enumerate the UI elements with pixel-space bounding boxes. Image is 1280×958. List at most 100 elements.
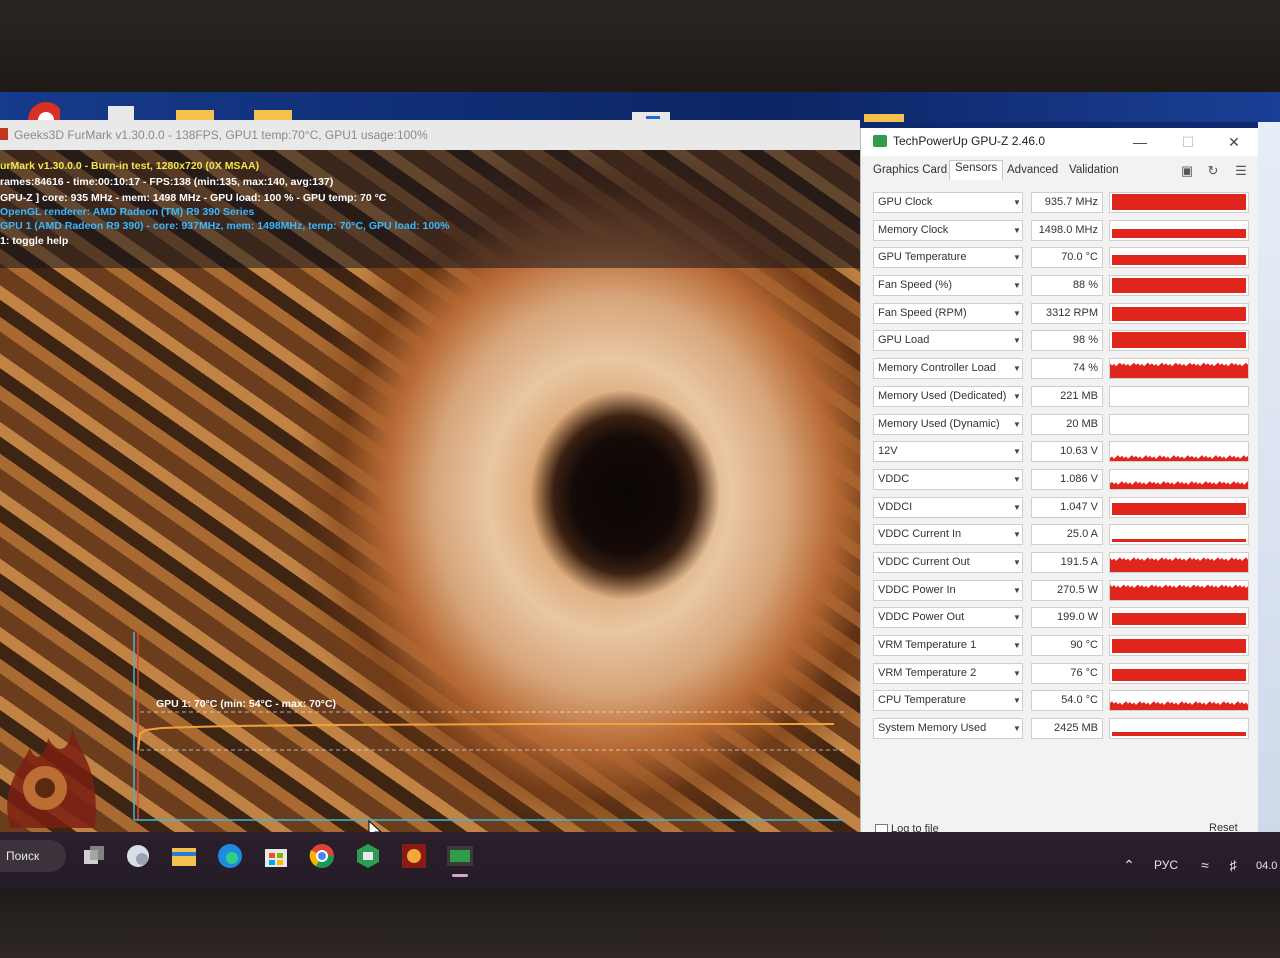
folder-desktop-icon[interactable] (864, 98, 904, 122)
chevron-down-icon[interactable]: ▼ (1013, 552, 1021, 573)
edge-icon[interactable] (216, 842, 244, 870)
sensor-graph-fill (1112, 668, 1246, 681)
camera-icon[interactable]: ▣ (1179, 164, 1195, 178)
tab-validation[interactable]: Validation (1069, 164, 1119, 176)
cpu-z-icon[interactable] (354, 842, 382, 870)
tab-sensors[interactable]: Sensors (949, 160, 1004, 180)
sensor-name-dropdown[interactable]: Memory Used (Dedicated) (873, 385, 1023, 407)
chevron-down-icon[interactable]: ▼ (1013, 386, 1021, 407)
sensor-row: CPU Temperature ▼ 54.0 °C (861, 688, 1259, 716)
furmark-taskbar-icon[interactable] (400, 842, 428, 870)
volume-muted-icon[interactable]: ♯ (1224, 856, 1242, 874)
chevron-down-icon[interactable]: ▼ (1013, 220, 1021, 241)
chevron-down-icon[interactable]: ▼ (1013, 330, 1021, 351)
tab-graphics-card[interactable]: Graphics Card (873, 164, 947, 176)
gpuz-taskbar-icon[interactable] (446, 842, 474, 870)
folder-desktop-icon[interactable] (174, 98, 214, 122)
sensor-row: Memory Used (Dynamic) ▼ 20 MB (861, 412, 1259, 440)
furmark-window[interactable]: Geeks3D FurMark v1.30.0.0 - 138FPS, GPU1… (0, 120, 860, 832)
sensor-name-dropdown[interactable]: Memory Controller Load (873, 358, 1023, 380)
minimize-button[interactable]: — (1125, 132, 1155, 152)
chevron-down-icon[interactable]: ▼ (1013, 441, 1021, 462)
screen: Geeks3D FurMark v1.30.0.0 - 138FPS, GPU1… (0, 92, 1280, 888)
furmark-titlebar[interactable]: Geeks3D FurMark v1.30.0.0 - 138FPS, GPU1… (0, 120, 860, 150)
close-button[interactable]: ✕ (1219, 132, 1249, 152)
sensor-value: 70.0 °C (1031, 247, 1103, 269)
sensor-value: 199.0 W (1031, 607, 1103, 629)
sensor-name-dropdown[interactable]: VDDC Power In (873, 579, 1023, 601)
sensor-name-dropdown[interactable]: VDDC Current In (873, 524, 1023, 546)
chevron-down-icon[interactable]: ▼ (1013, 469, 1021, 490)
sensor-name-dropdown[interactable]: GPU Clock (873, 192, 1023, 213)
sensor-name-dropdown[interactable]: 12V (873, 441, 1023, 463)
menu-icon[interactable]: ☰ (1233, 164, 1249, 178)
chevron-down-icon[interactable]: ▼ (1013, 607, 1021, 628)
sensor-name-dropdown[interactable]: GPU Temperature (873, 247, 1023, 269)
sensor-name-dropdown[interactable]: VDDC Power Out (873, 607, 1023, 629)
sensor-name-dropdown[interactable]: VDDC (873, 468, 1023, 490)
sensor-graph-fill (1112, 502, 1246, 515)
chevron-down-icon[interactable]: ▼ (1013, 524, 1021, 545)
file-desktop-icon[interactable] (104, 98, 144, 122)
chevron-down-icon[interactable]: ▼ (1013, 303, 1021, 324)
chrome-desktop-icon[interactable] (20, 98, 60, 122)
tab-advanced[interactable]: Advanced (1007, 164, 1058, 176)
sensor-name-dropdown[interactable]: Fan Speed (%) (873, 275, 1023, 297)
chrome-icon[interactable] (308, 842, 336, 870)
sensor-graph (1109, 192, 1249, 213)
sensor-row: System Memory Used ▼ 2425 MB (861, 716, 1259, 744)
file-explorer-icon[interactable] (170, 842, 198, 870)
chevron-down-icon[interactable]: ▼ (1013, 497, 1021, 518)
chevron-down-icon[interactable]: ▼ (1013, 192, 1021, 213)
sensor-graph-fill (1112, 613, 1246, 626)
chevron-down-icon[interactable]: ▼ (1013, 247, 1021, 268)
furmark-render-area: urMark v1.30.0.0 - Burn-in test, 1280x72… (0, 150, 860, 832)
maximize-button[interactable]: ☐ (1173, 132, 1203, 152)
sensor-name-dropdown[interactable]: VRM Temperature 1 (873, 635, 1023, 656)
chevron-up-icon[interactable]: ⌃ (1120, 856, 1138, 874)
sensor-name-dropdown[interactable]: Memory Clock (873, 219, 1023, 241)
sensor-graph-fill (1112, 278, 1246, 294)
chevron-down-icon[interactable]: ▼ (1013, 358, 1021, 379)
sensor-value: 20 MB (1031, 413, 1103, 435)
widgets-icon[interactable] (124, 842, 152, 870)
gpuz-window[interactable]: TechPowerUp GPU-Z 2.46.0 — ☐ ✕ Graphics … (860, 128, 1259, 848)
gpuz-titlebar[interactable]: TechPowerUp GPU-Z 2.46.0 — ☐ ✕ (861, 128, 1259, 156)
sensor-value: 270.5 W (1031, 579, 1103, 601)
sensor-name-dropdown[interactable]: VRM Temperature 2 (873, 662, 1023, 684)
taskbar-search[interactable]: Поиск (0, 840, 66, 872)
app-desktop-icon[interactable] (630, 98, 670, 122)
chevron-down-icon[interactable]: ▼ (1013, 663, 1021, 684)
wifi-icon[interactable]: ≈ (1196, 856, 1214, 874)
sensor-graph (1109, 690, 1249, 712)
furmark-overlay-line: 1: toggle help (0, 235, 69, 247)
sensor-graph-fill (1112, 539, 1246, 543)
sensor-name-dropdown[interactable]: VDDCI (873, 496, 1023, 518)
sensor-graph (1109, 330, 1249, 352)
sensor-value: 90 °C (1031, 635, 1103, 656)
language-indicator[interactable]: РУС (1154, 858, 1178, 872)
store-icon[interactable] (262, 842, 290, 870)
sensor-name-dropdown[interactable]: Fan Speed (RPM) (873, 302, 1023, 324)
sensor-value: 1.047 V (1031, 496, 1103, 518)
chevron-down-icon[interactable]: ▼ (1013, 414, 1021, 435)
sensor-row: Memory Clock ▼ 1498.0 MHz (861, 218, 1259, 246)
chevron-down-icon[interactable]: ▼ (1013, 275, 1021, 296)
sensor-name-dropdown[interactable]: Memory Used (Dynamic) (873, 413, 1023, 435)
sensor-graph (1109, 579, 1249, 601)
sensor-name-dropdown[interactable]: GPU Load (873, 330, 1023, 352)
sensor-name-dropdown[interactable]: CPU Temperature (873, 690, 1023, 712)
sensor-name-dropdown[interactable]: VDDC Current Out (873, 551, 1023, 573)
taskbar-clock[interactable]: 04.0 (1256, 860, 1277, 872)
chevron-down-icon[interactable]: ▼ (1013, 690, 1021, 711)
sensor-value: 98 % (1031, 330, 1103, 352)
sensor-graph (1109, 468, 1249, 490)
chevron-down-icon[interactable]: ▼ (1013, 635, 1021, 656)
sensor-graph-fill (1110, 480, 1248, 489)
sensor-name-dropdown[interactable]: System Memory Used (873, 718, 1023, 740)
task-view-icon[interactable] (80, 842, 108, 870)
chevron-down-icon[interactable]: ▼ (1013, 718, 1021, 739)
chevron-down-icon[interactable]: ▼ (1013, 580, 1021, 601)
refresh-icon[interactable]: ↻ (1205, 164, 1221, 178)
folder-desktop-icon[interactable] (252, 98, 292, 122)
